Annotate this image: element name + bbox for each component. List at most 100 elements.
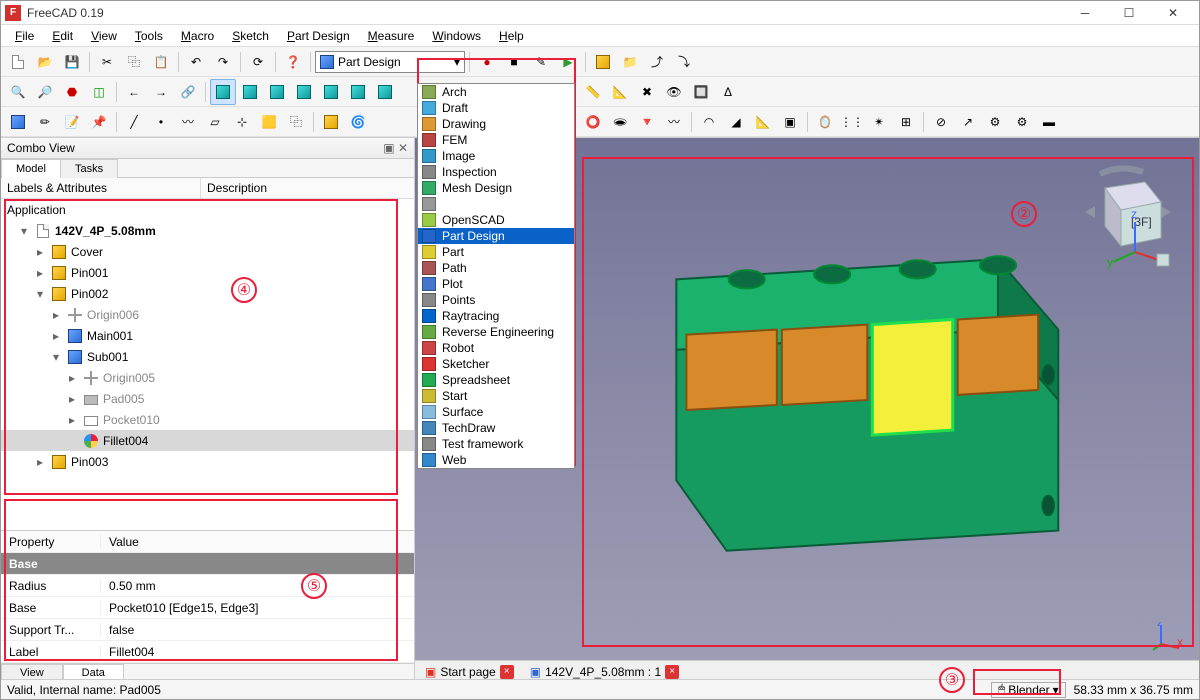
workbench-item[interactable]: Part Design [418, 228, 574, 244]
copy-icon[interactable]: ⿻ [121, 49, 147, 75]
expand-icon[interactable]: ▸ [37, 245, 51, 259]
workbench-item[interactable] [418, 196, 574, 212]
tree-item[interactable]: ▸Pin003 [1, 451, 414, 472]
shaft-icon[interactable]: ▬ [1036, 109, 1062, 135]
tree-item[interactable]: ▸Origin006 [1, 304, 414, 325]
measure-linear-icon[interactable]: 📏 [580, 79, 606, 105]
rear-view-icon[interactable] [318, 79, 344, 105]
macro-record-icon[interactable]: ● [474, 49, 500, 75]
redo-icon[interactable]: ↷ [210, 49, 236, 75]
sprocket-icon[interactable]: ⚙ [982, 109, 1008, 135]
cut-icon[interactable]: ✂ [94, 49, 120, 75]
paste-icon[interactable]: 📋 [148, 49, 174, 75]
expand-icon[interactable]: ▸ [69, 413, 83, 427]
workbench-item[interactable]: TechDraw [418, 420, 574, 436]
menu-help[interactable]: Help [491, 27, 532, 45]
property-row[interactable]: Radius0.50 mm [1, 575, 414, 597]
workbench-item[interactable]: Test framework [418, 436, 574, 452]
map-sketch-icon[interactable]: 📌 [86, 109, 112, 135]
measure-angular-icon[interactable]: 📐 [607, 79, 633, 105]
involute-icon[interactable]: ⚙ [1009, 109, 1035, 135]
save-icon[interactable]: 💾 [59, 49, 85, 75]
part-icon[interactable] [590, 49, 616, 75]
navigation-style-selector[interactable]: 🖱 Blender ▾ [991, 682, 1066, 698]
tab-tasks[interactable]: Tasks [60, 159, 118, 178]
workbench-item[interactable]: Path [418, 260, 574, 276]
tree-item[interactable]: ▸Cover [1, 241, 414, 262]
new-sketch-icon[interactable]: ✏ [32, 109, 58, 135]
menu-tools[interactable]: Tools [127, 27, 171, 45]
measure-toggledelta-icon[interactable]: Δ [715, 79, 741, 105]
close-icon[interactable]: × [665, 665, 679, 679]
workbench-selector[interactable]: Part Design ▾ [315, 51, 465, 73]
bbox-icon[interactable]: ◫ [86, 79, 112, 105]
menu-edit[interactable]: Edit [44, 27, 81, 45]
workbench-item[interactable]: FEM [418, 132, 574, 148]
workbench-item[interactable]: Plot [418, 276, 574, 292]
workbench-item[interactable]: Inspection [418, 164, 574, 180]
polar-pattern-icon[interactable]: ✴ [866, 109, 892, 135]
tab-model[interactable]: Model [1, 159, 61, 178]
thickness-icon[interactable]: ▣ [777, 109, 803, 135]
property-value[interactable]: false [101, 623, 414, 637]
macro-stop-icon[interactable]: ■ [501, 49, 527, 75]
close-icon[interactable]: × [500, 665, 514, 679]
macro-edit-icon[interactable]: ✎ [528, 49, 554, 75]
close-button[interactable]: ✕ [1151, 1, 1195, 25]
body-icon[interactable] [5, 109, 31, 135]
doctab-model[interactable]: ▣ 142V_4P_5.08mm : 1 × [524, 664, 685, 680]
workbench-item[interactable]: Web [418, 452, 574, 468]
new-icon[interactable] [5, 49, 31, 75]
maximize-button[interactable]: ☐ [1107, 1, 1151, 25]
workbench-item[interactable]: Arch [418, 84, 574, 100]
menu-windows[interactable]: Windows [424, 27, 489, 45]
tree-panel[interactable]: Labels & Attributes Description Applicat… [1, 178, 414, 530]
workbench-item[interactable]: Drawing [418, 116, 574, 132]
workbench-item[interactable]: Points [418, 292, 574, 308]
lcs-icon[interactable]: ⊹ [229, 109, 255, 135]
workbench-item[interactable]: Surface [418, 404, 574, 420]
menu-sketch[interactable]: Sketch [224, 27, 277, 45]
expand-icon[interactable]: ▸ [53, 308, 67, 322]
right-view-icon[interactable] [291, 79, 317, 105]
groove-icon[interactable]: 🕳 [607, 109, 633, 135]
measure-toggle-icon[interactable]: 👁 [661, 79, 687, 105]
link-icon[interactable]: ⤴ [644, 49, 670, 75]
edit-sketch-icon[interactable]: 📝 [59, 109, 85, 135]
workbench-item[interactable]: Image [418, 148, 574, 164]
navigation-cube[interactable]: [3F] z y x [1065, 162, 1175, 272]
measure-toggle3d-icon[interactable]: 🔲 [688, 79, 714, 105]
subpipe-icon[interactable]: 〰 [661, 109, 687, 135]
plane-icon[interactable]: ▱ [202, 109, 228, 135]
pad-icon[interactable] [318, 109, 344, 135]
panel-close-icon[interactable]: ▣ ✕ [383, 141, 408, 155]
boolean-icon[interactable]: ⊘ [928, 109, 954, 135]
nav-fwd-icon[interactable]: → [148, 79, 174, 105]
whatsthis-icon[interactable]: ❓ [280, 49, 306, 75]
minimize-button[interactable]: ─ [1063, 1, 1107, 25]
fit-all-icon[interactable]: 🔍 [5, 79, 31, 105]
workbench-item[interactable]: Spreadsheet [418, 372, 574, 388]
link-nav-icon[interactable]: 🔗 [175, 79, 201, 105]
property-value[interactable]: Fillet004 [101, 645, 414, 659]
hole-icon[interactable]: ⭕ [580, 109, 606, 135]
undo-icon[interactable]: ↶ [183, 49, 209, 75]
revolution-icon[interactable]: 🌀 [345, 109, 371, 135]
nav-back-icon[interactable]: ← [121, 79, 147, 105]
tree-item[interactable]: ▾142V_4P_5.08mm [1, 220, 414, 241]
expand-icon[interactable]: ▸ [37, 455, 51, 469]
top-view-icon[interactable] [264, 79, 290, 105]
property-row[interactable]: LabelFillet004 [1, 641, 414, 663]
workbench-dropdown[interactable]: ArchDraftDrawingFEMImageInspectionMesh D… [417, 83, 575, 469]
line-icon[interactable]: ╱ [121, 109, 147, 135]
doctab-start[interactable]: ▣ Start page × [419, 664, 520, 680]
workbench-item[interactable]: Mesh Design [418, 180, 574, 196]
expand-icon[interactable]: ▸ [69, 392, 83, 406]
chamfer-icon[interactable]: ◢ [723, 109, 749, 135]
property-value[interactable]: 0.50 mm [101, 579, 414, 593]
workbench-item[interactable]: Sketcher [418, 356, 574, 372]
draft-icon[interactable]: 📐 [750, 109, 776, 135]
iso-view-icon[interactable] [210, 79, 236, 105]
tree-item[interactable]: Fillet004 [1, 430, 414, 451]
clone-icon[interactable]: ⿻ [283, 109, 309, 135]
